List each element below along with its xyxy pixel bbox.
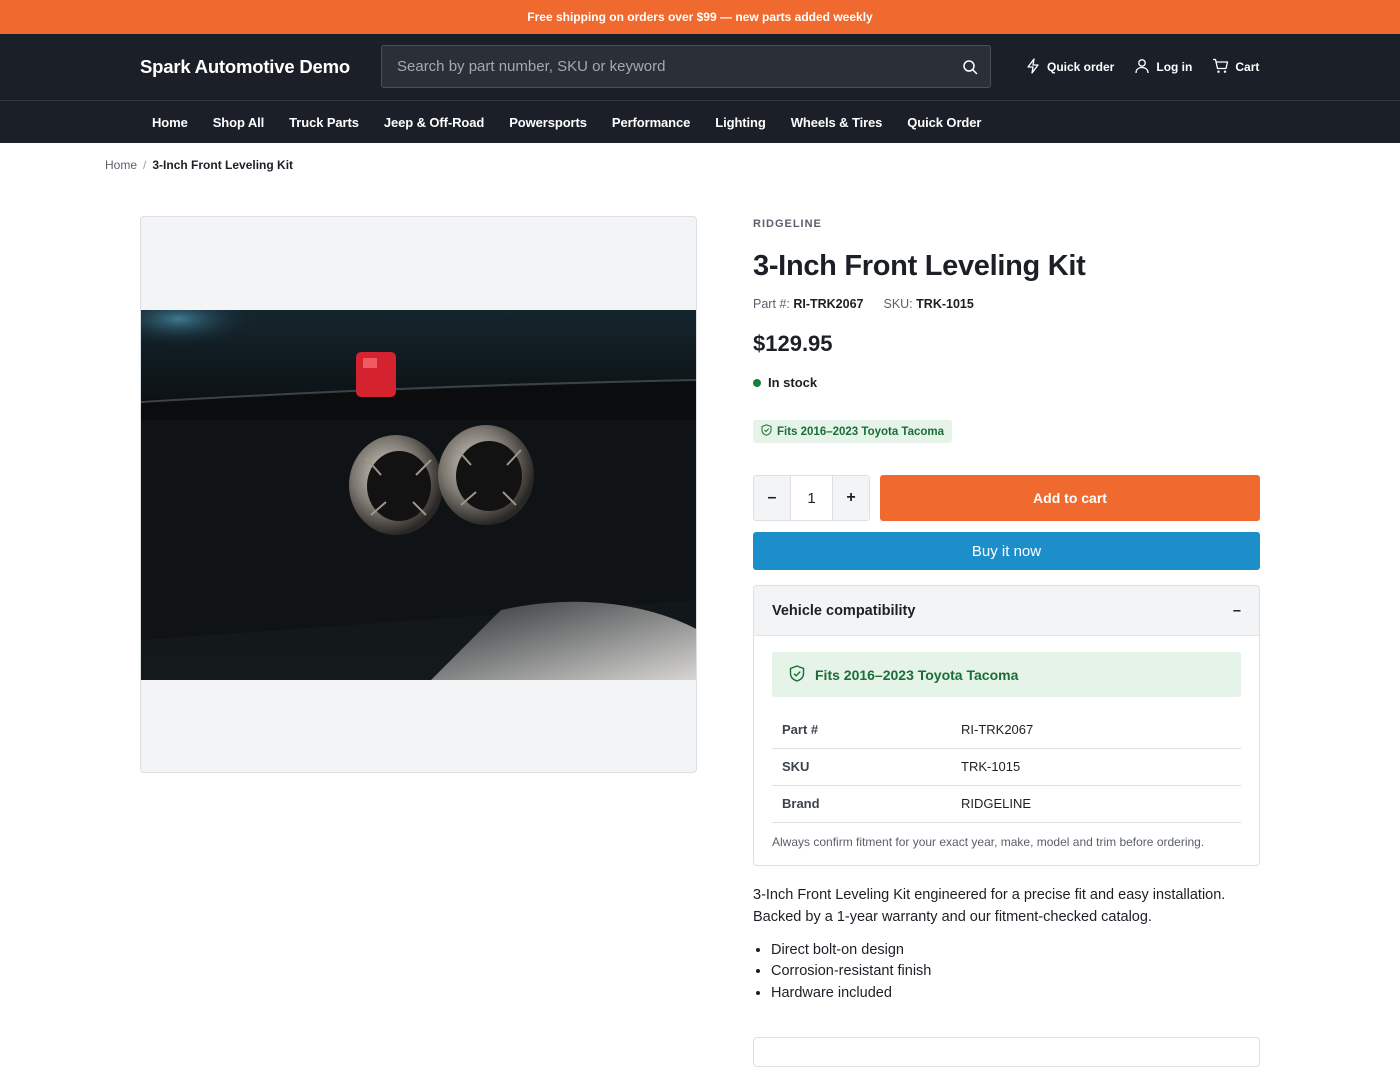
list-item: Corrosion-resistant finish — [771, 961, 1260, 983]
product-gallery — [140, 216, 697, 773]
product-brand[interactable]: RIDGELINE — [753, 218, 1260, 230]
nav-truck-parts[interactable]: Truck Parts — [277, 115, 372, 130]
sku: SKU: TRK-1015 — [883, 297, 973, 311]
list-item: Hardware included — [771, 983, 1260, 1005]
quantity-stepper: – + — [753, 475, 870, 521]
product-identifiers: Part #: RI-TRK2067 SKU: TRK-1015 — [753, 297, 1260, 311]
collapse-icon[interactable]: – — [1233, 603, 1241, 619]
in-stock-dot-icon — [753, 378, 761, 387]
quantity-increase-button[interactable]: + — [833, 476, 869, 520]
part-number-label: Part #: — [753, 297, 790, 311]
vehicle-compatibility-panel: Vehicle compatibility – Fits 2016–2023 T… — [753, 585, 1260, 866]
cart-link[interactable]: Cart — [1212, 58, 1259, 77]
spec-key: Part # — [772, 711, 951, 749]
search-icon[interactable] — [950, 46, 990, 87]
part-number: Part #: RI-TRK2067 — [753, 297, 863, 311]
quantity-input[interactable] — [790, 476, 833, 520]
search-bar — [381, 45, 991, 88]
spec-key: SKU — [772, 748, 951, 786]
header-actions: Quick order Log in Cart — [1025, 34, 1279, 100]
shield-check-icon — [789, 664, 815, 685]
fitment-confirmation: Fits 2016–2023 Toyota Tacoma — [772, 652, 1241, 697]
main-nav: Home Shop All Truck Parts Jeep & Off-Roa… — [0, 100, 1400, 143]
product-description: 3-Inch Front Leveling Kit engineered for… — [753, 886, 1226, 925]
product-image[interactable] — [141, 310, 697, 680]
sku-label: SKU: — [883, 297, 913, 311]
fitment-badge: Fits 2016–2023 Toyota Tacoma — [753, 420, 953, 443]
table-row: Brand RIDGELINE — [772, 785, 1241, 823]
quantity-decrease-button[interactable]: – — [754, 476, 790, 520]
nav-quick-order[interactable]: Quick Order — [895, 115, 994, 130]
stock-label: In stock — [768, 375, 818, 390]
search-input[interactable] — [382, 46, 950, 87]
vehicle-compatibility-body: Fits 2016–2023 Toyota Tacoma Part # RI-T… — [754, 636, 1259, 865]
site-header: Spark Automotive Demo Quick order Log in… — [0, 34, 1400, 100]
buy-it-now-button[interactable]: Buy it now — [753, 532, 1260, 570]
quick-order-link[interactable]: Quick order — [1025, 57, 1115, 77]
product-price: $129.95 — [753, 331, 833, 356]
breadcrumb-home[interactable]: Home — [105, 158, 137, 172]
vehicle-compatibility-header[interactable]: Vehicle compatibility – — [754, 586, 1259, 636]
nav-lighting[interactable]: Lighting — [703, 115, 778, 130]
breadcrumb-current: 3-Inch Front Leveling Kit — [152, 158, 294, 172]
spec-value: RIDGELINE — [951, 785, 1241, 823]
nav-home[interactable]: Home — [140, 115, 200, 130]
table-row: SKU TRK-1015 — [772, 748, 1241, 786]
user-icon — [1134, 58, 1156, 77]
cart-label: Cart — [1235, 60, 1260, 74]
sku-value: TRK-1015 — [916, 297, 974, 311]
breadcrumb: Home / 3-Inch Front Leveling Kit — [105, 158, 293, 172]
product-title: 3-Inch Front Leveling Kit — [753, 250, 1086, 282]
add-to-cart-button[interactable]: Add to cart — [880, 475, 1260, 521]
spec-table: Part # RI-TRK2067 SKU TRK-1015 Brand RID… — [772, 711, 1241, 823]
list-item: Direct bolt-on design — [771, 940, 1260, 962]
fitment-confirmation-text: Fits 2016–2023 Toyota Tacoma — [815, 666, 1019, 683]
vehicle-compatibility-title: Vehicle compatibility — [772, 602, 916, 619]
next-section-panel — [753, 1037, 1260, 1067]
part-number-value: RI-TRK2067 — [793, 297, 864, 311]
bolt-icon — [1025, 57, 1047, 77]
cart-icon — [1212, 58, 1235, 77]
fitment-badge-text: Fits 2016–2023 Toyota Tacoma — [777, 425, 945, 438]
login-link[interactable]: Log in — [1134, 58, 1192, 77]
fitment-note: Always confirm fitment for your exact ye… — [772, 834, 1205, 849]
feature-list: Direct bolt-on design Corrosion-resistan… — [753, 940, 1260, 1005]
spec-key: Brand — [772, 785, 951, 823]
nav-shop-all[interactable]: Shop All — [200, 115, 276, 130]
announcement-bar: Free shipping on orders over $99 — new p… — [0, 0, 1400, 34]
nav-powersports[interactable]: Powersports — [497, 115, 600, 130]
login-label: Log in — [1156, 60, 1193, 74]
store-logo[interactable]: Spark Automotive Demo — [140, 34, 350, 100]
stock-status: In stock — [753, 375, 1260, 390]
spec-value: RI-TRK2067 — [951, 711, 1241, 749]
product-info: RIDGELINE 3-Inch Front Leveling Kit Part… — [753, 216, 1260, 1004]
table-row: Part # RI-TRK2067 — [772, 711, 1241, 749]
spec-value: TRK-1015 — [951, 748, 1241, 786]
nav-jeep-off-road[interactable]: Jeep & Off-Road — [371, 115, 496, 130]
shield-check-icon — [761, 424, 777, 439]
nav-performance[interactable]: Performance — [599, 115, 702, 130]
nav-wheels-tires[interactable]: Wheels & Tires — [778, 115, 895, 130]
announcement-text: Free shipping on orders over $99 — new p… — [527, 10, 873, 24]
breadcrumb-separator: / — [143, 158, 147, 172]
quick-order-label: Quick order — [1047, 60, 1115, 74]
buy-row: – + Add to cart — [753, 475, 1260, 521]
